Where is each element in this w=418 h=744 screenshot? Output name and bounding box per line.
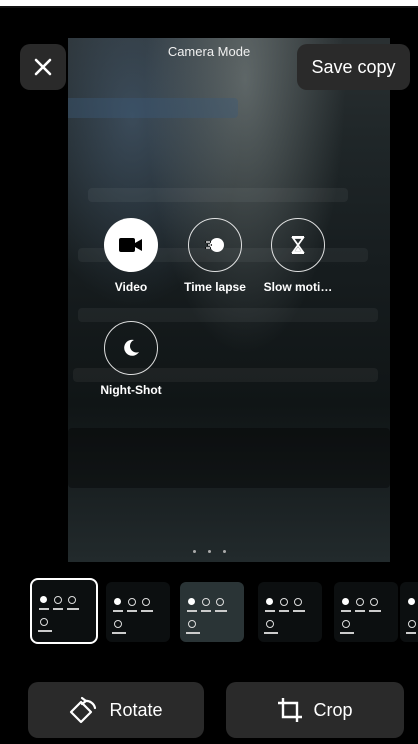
page-dot — [192, 550, 196, 553]
crop-button[interactable]: Crop — [226, 682, 404, 738]
mode-slow-motion[interactable]: Slow moti… — [254, 218, 342, 294]
mode-time-lapse-circle — [188, 218, 242, 272]
crop-label: Crop — [313, 699, 353, 720]
thumbnail-item[interactable] — [400, 582, 418, 642]
mode-time-lapse-label: Time lapse — [184, 280, 246, 294]
time-lapse-icon — [205, 238, 224, 252]
rotate-icon — [70, 696, 97, 724]
thumbnail-item[interactable] — [106, 582, 170, 642]
thumbnail-item[interactable] — [30, 578, 98, 644]
mode-night-shot-circle — [104, 321, 158, 375]
moon-icon — [124, 339, 139, 356]
mode-video-circle — [104, 218, 158, 272]
mode-video-label: Video — [114, 280, 148, 294]
thumbnail-item[interactable] — [180, 582, 244, 642]
photo-preview — [68, 38, 390, 562]
video-camera-icon — [119, 238, 142, 252]
page-dot — [207, 550, 211, 553]
save-copy-button[interactable]: Save copy — [297, 44, 410, 90]
thumbnail-item[interactable] — [334, 582, 398, 642]
rotate-button[interactable]: Rotate — [28, 682, 204, 738]
thumbnail-strip[interactable] — [30, 578, 418, 644]
mode-night-shot[interactable]: Night-Shot — [87, 321, 175, 397]
crop-icon — [278, 698, 303, 722]
hourglass-icon — [291, 236, 305, 254]
close-icon — [34, 58, 52, 76]
mode-video[interactable]: Video — [87, 218, 175, 294]
page-indicator — [0, 540, 418, 558]
mode-slow-motion-circle — [271, 218, 325, 272]
top-border — [0, 0, 418, 8]
mode-time-lapse[interactable]: Time lapse — [171, 218, 259, 294]
page-dot — [222, 550, 226, 553]
mode-slow-motion-label: Slow moti… — [263, 280, 333, 294]
mode-night-shot-label: Night-Shot — [100, 383, 162, 397]
rotate-label: Rotate — [109, 699, 163, 720]
thumbnail-item[interactable] — [258, 582, 322, 642]
